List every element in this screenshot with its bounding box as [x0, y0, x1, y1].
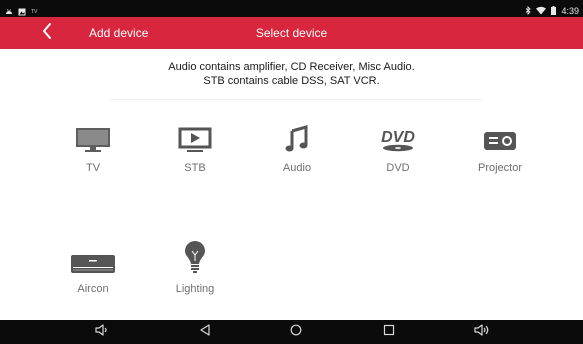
status-tv-label: TV	[31, 9, 38, 15]
device-label-lighting: Lighting	[175, 283, 215, 295]
recents-button[interactable]	[379, 324, 399, 340]
device-projector[interactable]: Projector	[455, 122, 545, 184]
status-bar: TV 4:39	[0, 0, 583, 17]
divider	[110, 99, 482, 100]
device-audio[interactable]: Audio	[252, 122, 342, 184]
light-bulb-icon	[184, 240, 206, 279]
device-label-audio: Audio	[282, 162, 312, 174]
device-tv[interactable]: TV	[48, 122, 138, 184]
projector-icon	[482, 129, 518, 158]
device-dvd[interactable]: DVD DVD	[353, 122, 443, 184]
info-line-audio: Audio contains amplifier, CD Receiver, M…	[168, 61, 415, 73]
home-button[interactable]	[286, 324, 306, 340]
page-title: Select device	[255, 26, 328, 40]
device-label-aircon: Aircon	[77, 283, 109, 295]
tv-icon	[75, 127, 111, 158]
status-time: 4:39	[561, 6, 579, 16]
back-triangle-icon	[199, 323, 211, 341]
device-stb[interactable]: STB	[150, 122, 240, 184]
navigation-bar	[0, 320, 583, 344]
air-conditioner-icon	[70, 252, 116, 279]
device-label-projector: Projector	[477, 162, 523, 174]
dvd-icon: DVD	[376, 127, 420, 158]
device-info-text: Audio contains amplifier, CD Receiver, M…	[0, 60, 583, 88]
stb-icon	[178, 127, 212, 158]
device-lighting[interactable]: Lighting	[150, 240, 240, 305]
device-label-tv: TV	[85, 162, 101, 174]
device-aircon[interactable]: Aircon	[48, 243, 138, 305]
back-nav-button[interactable]	[195, 324, 215, 340]
volume-up-icon	[474, 323, 490, 341]
device-label-stb: STB	[184, 162, 206, 174]
volume-down-icon	[95, 323, 109, 341]
volume-down-button[interactable]	[92, 324, 112, 340]
home-circle-icon	[290, 323, 302, 341]
app-header: Add device Select device	[0, 17, 583, 49]
recents-square-icon	[383, 323, 395, 341]
svg-text:DVD: DVD	[381, 129, 415, 146]
music-note-icon	[285, 125, 309, 158]
info-line-stb: STB contains cable DSS, SAT VCR.	[203, 75, 380, 87]
volume-up-button[interactable]	[472, 324, 492, 340]
device-label-dvd: DVD	[386, 162, 410, 174]
